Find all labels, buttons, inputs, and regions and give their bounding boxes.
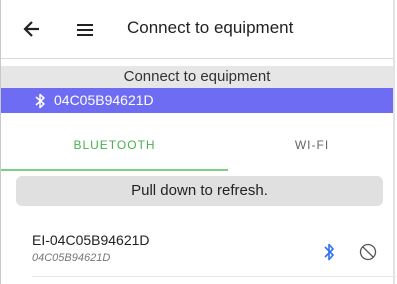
arrow-left-icon <box>23 20 49 38</box>
block-device-button[interactable] <box>359 243 377 261</box>
list-divider <box>32 276 396 277</box>
page-title: Connect to equipment <box>127 18 294 37</box>
selected-tab-indicator <box>1 169 228 171</box>
connection-type-tabs: BLUETOOTH WI-FI <box>1 122 393 172</box>
section-header: Connect to equipment <box>1 66 393 88</box>
device-address: 04C05B94621D <box>32 252 111 264</box>
pull-to-refresh-hint: Pull down to refresh. <box>16 176 383 206</box>
bluetooth-icon <box>322 242 336 262</box>
bluetooth-connect-button[interactable] <box>322 242 336 262</box>
list-item-device[interactable]: EI-04C05B94621D 04C05B94621D <box>1 226 393 276</box>
device-name: EI-04C05B94621D <box>32 232 150 248</box>
connected-device-id: 04C05B94621D <box>54 92 154 108</box>
bluetooth-icon <box>33 93 47 109</box>
connected-device-banner: 04C05B94621D <box>1 88 393 113</box>
tab-bluetooth[interactable]: BLUETOOTH <box>1 122 228 169</box>
app-frame: Connect to equipment Connect to equipmen… <box>0 0 396 284</box>
hamburger-menu-icon <box>75 22 97 38</box>
menu-button[interactable] <box>75 22 97 38</box>
back-button[interactable] <box>23 20 49 38</box>
block-icon <box>359 243 377 261</box>
tab-wifi[interactable]: WI-FI <box>228 122 396 169</box>
top-app-bar: Connect to equipment <box>1 0 393 59</box>
